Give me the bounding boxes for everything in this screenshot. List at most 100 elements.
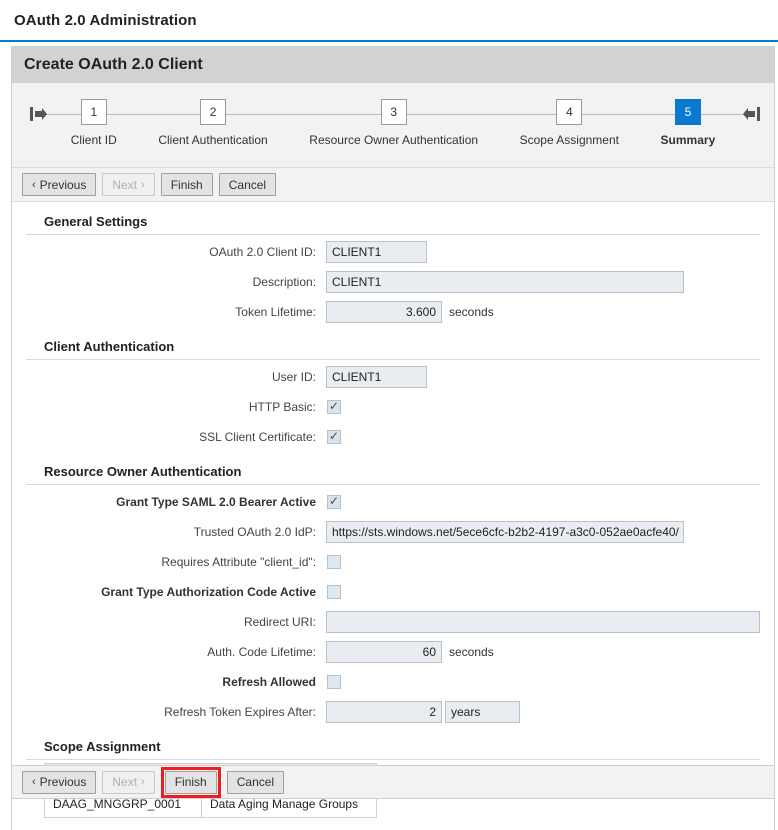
form-bottom-spacer (26, 818, 760, 830)
form-row-ssl-client-certificate: SSL Client Certificate: ✓ (26, 422, 760, 452)
refresh-allowed-checkbox[interactable] (327, 675, 341, 689)
form-row-http-basic: HTTP Basic: ✓ (26, 392, 760, 422)
form-row-redirect-uri: Redirect URI: (26, 607, 760, 637)
http-basic-label: HTTP Basic: (26, 400, 326, 414)
step-number: 3 (381, 99, 407, 125)
refresh-token-expires-unit-field[interactable]: years (445, 701, 520, 723)
token-lifetime-label: Token Lifetime: (26, 305, 326, 319)
roadmap-steps: 1 Client ID 2 Client Authentication 3 Re… (50, 83, 736, 167)
create-client-panel: Create OAuth 2.0 Client 1 Client ID 2 Cl (11, 46, 775, 830)
description-field[interactable]: CLIENT1 (326, 271, 684, 293)
roadmap-start-icon (30, 106, 48, 122)
refresh-token-expires-field[interactable]: 2 (326, 701, 442, 723)
authorization-code-active-label: Grant Type Authorization Code Active (26, 585, 326, 599)
footer-previous-button[interactable]: ‹ Previous (22, 771, 96, 794)
page-title: OAuth 2.0 Administration (14, 12, 197, 29)
auth-code-lifetime-field[interactable]: 60 (326, 641, 442, 663)
check-icon: ✓ (329, 495, 339, 507)
ssl-client-certificate-checkbox[interactable]: ✓ (327, 430, 341, 444)
requires-client-id-attribute-checkbox[interactable] (327, 555, 341, 569)
footer-next-button[interactable]: Next › (102, 771, 154, 794)
roadmap-step-client-authentication[interactable]: 2 Client Authentication (138, 83, 289, 147)
form-row-client-id: OAuth 2.0 Client ID: CLIENT1 (26, 237, 760, 267)
form-row-token-lifetime: Token Lifetime: 3.600 seconds (26, 297, 760, 327)
form-row-authorization-code-active: Grant Type Authorization Code Active (26, 577, 760, 607)
refresh-token-expires-label: Refresh Token Expires After: (26, 705, 326, 719)
saml-bearer-active-checkbox[interactable]: ✓ (327, 495, 341, 509)
form-row-description: Description: CLIENT1 (26, 267, 760, 297)
trusted-idp-field[interactable]: https://sts.windows.net/5ece6cfc-b2b2-41… (326, 521, 684, 543)
auth-code-lifetime-unit: seconds (449, 645, 494, 659)
step-number: 2 (200, 99, 226, 125)
refresh-allowed-label: Refresh Allowed (26, 675, 326, 689)
section-header-client-authentication: Client Authentication (26, 327, 760, 360)
trusted-idp-label: Trusted OAuth 2.0 IdP: (26, 525, 326, 539)
client-id-label: OAuth 2.0 Client ID: (26, 245, 326, 259)
step-label: Client ID (71, 133, 117, 147)
requires-client-id-attribute-label: Requires Attribute "client_id": (26, 555, 326, 569)
finish-button-label: Finish (171, 178, 203, 192)
redirect-uri-label: Redirect URI: (26, 615, 326, 629)
chevron-right-icon: › (141, 776, 145, 788)
cancel-button-label: Cancel (229, 178, 266, 192)
user-id-label: User ID: (26, 370, 326, 384)
check-icon: ✓ (329, 400, 339, 412)
form-row-refresh-allowed: Refresh Allowed (26, 667, 760, 697)
panel-title: Create OAuth 2.0 Client (24, 56, 203, 74)
check-icon: ✓ (329, 430, 339, 442)
footer-cancel-button-label: Cancel (237, 775, 274, 789)
wizard-roadmap: 1 Client ID 2 Client Authentication 3 Re… (12, 83, 774, 168)
app-header: OAuth 2.0 Administration (0, 0, 778, 42)
step-number: 1 (81, 99, 107, 125)
form-row-saml-bearer-active: Grant Type SAML 2.0 Bearer Active ✓ (26, 487, 760, 517)
summary-form: General Settings OAuth 2.0 Client ID: CL… (12, 202, 774, 830)
chevron-right-icon: › (141, 179, 145, 191)
section-header-resource-owner-authentication: Resource Owner Authentication (26, 452, 760, 485)
roadmap-step-client-id[interactable]: 1 Client ID (50, 83, 138, 147)
panel-titlebar: Create OAuth 2.0 Client (12, 47, 774, 83)
form-row-requires-client-id-attribute: Requires Attribute "client_id": (26, 547, 760, 577)
finish-button-highlight: Finish (161, 767, 221, 798)
auth-code-lifetime-label: Auth. Code Lifetime: (26, 645, 326, 659)
step-label: Summary (661, 133, 716, 147)
footer-finish-button-label: Finish (175, 775, 207, 789)
ssl-client-certificate-label: SSL Client Certificate: (26, 430, 326, 444)
user-id-field[interactable]: CLIENT1 (326, 366, 427, 388)
redirect-uri-field[interactable] (326, 611, 760, 633)
section-header-general-settings: General Settings (26, 202, 760, 235)
footer-next-button-label: Next (112, 775, 137, 789)
description-label: Description: (26, 275, 326, 289)
next-button[interactable]: Next › (102, 173, 154, 196)
previous-button[interactable]: ‹ Previous (22, 173, 96, 196)
next-button-label: Next (112, 178, 137, 192)
roadmap-step-summary[interactable]: 5 Summary (640, 83, 736, 147)
step-label: Resource Owner Authentication (309, 133, 478, 147)
step-number: 5 (675, 99, 701, 125)
previous-button-label: Previous (40, 178, 87, 192)
saml-bearer-active-label: Grant Type SAML 2.0 Bearer Active (26, 495, 326, 509)
step-number: 4 (556, 99, 582, 125)
section-header-scope-assignment: Scope Assignment (26, 727, 760, 760)
roadmap-step-scope-assignment[interactable]: 4 Scope Assignment (499, 83, 640, 147)
chevron-left-icon: ‹ (32, 776, 36, 788)
form-row-trusted-idp: Trusted OAuth 2.0 IdP: https://sts.windo… (26, 517, 760, 547)
chevron-left-icon: ‹ (32, 179, 36, 191)
authorization-code-active-checkbox[interactable] (327, 585, 341, 599)
wizard-toolbar-top: ‹ Previous Next › Finish Cancel (12, 168, 774, 202)
token-lifetime-field[interactable]: 3.600 (326, 301, 442, 323)
form-row-refresh-token-expires: Refresh Token Expires After: 2 years (26, 697, 760, 727)
roadmap-step-resource-owner-authentication[interactable]: 3 Resource Owner Authentication (289, 83, 499, 147)
footer-finish-button[interactable]: Finish (165, 771, 217, 794)
token-lifetime-unit: seconds (449, 305, 494, 319)
step-label: Client Authentication (158, 133, 267, 147)
roadmap-end-icon (742, 106, 760, 122)
wizard-toolbar-bottom: ‹ Previous Next › Finish Cancel (11, 765, 775, 799)
finish-button[interactable]: Finish (161, 173, 213, 196)
client-id-field[interactable]: CLIENT1 (326, 241, 427, 263)
step-label: Scope Assignment (520, 133, 619, 147)
http-basic-checkbox[interactable]: ✓ (327, 400, 341, 414)
footer-cancel-button[interactable]: Cancel (227, 771, 284, 794)
cancel-button[interactable]: Cancel (219, 173, 276, 196)
footer-previous-button-label: Previous (40, 775, 87, 789)
form-row-user-id: User ID: CLIENT1 (26, 362, 760, 392)
